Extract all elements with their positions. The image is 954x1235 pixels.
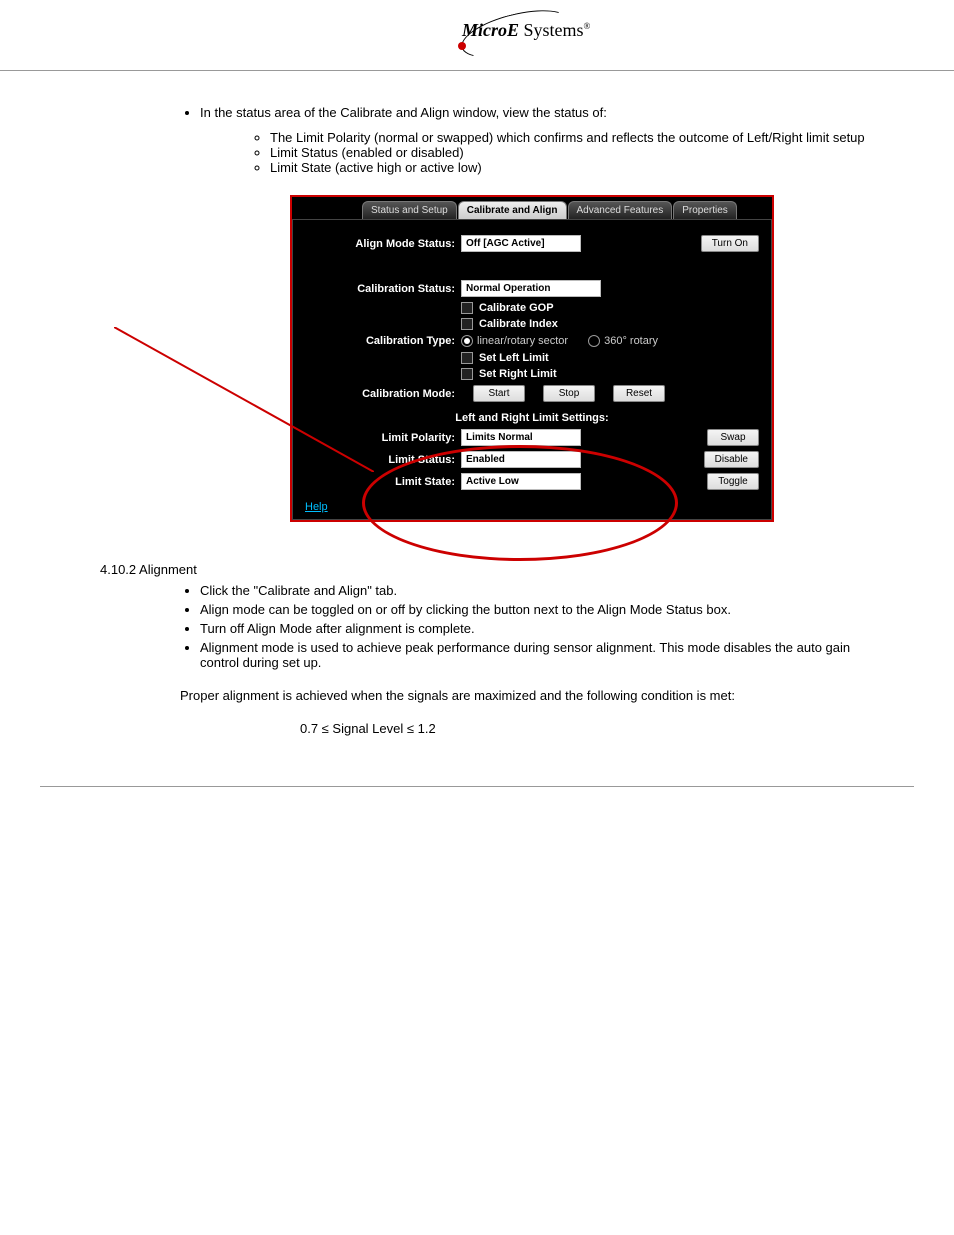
bottom-bullet-1: Align mode can be toggled on or off by c… xyxy=(200,602,874,617)
swap-button[interactable]: Swap xyxy=(707,429,759,446)
doc-bottom-section: 4.10.2 Alignment Click the "Calibrate an… xyxy=(0,542,954,766)
bottom-bullet-0: Click the "Calibrate and Align" tab. xyxy=(200,583,874,598)
calibrate-align-panel: Status and Setup Calibrate and Align Adv… xyxy=(290,195,774,522)
limit-status-label: Limit Status: xyxy=(305,454,461,466)
bottom-bullet-3: Alignment mode is used to achieve peak p… xyxy=(200,640,874,670)
stop-button[interactable]: Stop xyxy=(543,385,595,402)
help-link[interactable]: Help xyxy=(305,501,328,513)
sub-1: Limit Status (enabled or disabled) xyxy=(270,145,874,160)
calibrate-index-checkbox[interactable] xyxy=(461,318,473,330)
limit-status-value: Enabled xyxy=(461,451,581,468)
set-left-limit-checkbox[interactable] xyxy=(461,352,473,364)
limit-state-value: Active Low xyxy=(461,473,581,490)
calibration-status-value: Normal Operation xyxy=(461,280,601,297)
page-header: MicroE Systems® xyxy=(0,0,954,71)
calibrate-gop-checkbox[interactable] xyxy=(461,302,473,314)
radio-rotary-label: 360° rotary xyxy=(604,335,658,347)
limit-polarity-value: Limits Normal xyxy=(461,429,581,446)
tab-properties[interactable]: Properties xyxy=(673,201,737,219)
tab-advanced-features[interactable]: Advanced Features xyxy=(568,201,673,219)
lr-settings-title: Left and Right Limit Settings: xyxy=(305,412,759,424)
set-left-limit-label: Set Left Limit xyxy=(479,352,549,364)
align-mode-status-value: Off [AGC Active] xyxy=(461,235,581,252)
tab-calibrate-align[interactable]: Calibrate and Align xyxy=(458,201,567,219)
top-bullet: In the status area of the Calibrate and … xyxy=(200,105,874,120)
calibration-type-label: Calibration Type: xyxy=(305,335,461,347)
tab-row: Status and Setup Calibrate and Align Adv… xyxy=(292,197,772,219)
calibrate-index-label: Calibrate Index xyxy=(479,318,558,330)
bottom-text-2: 0.7 ≤ Signal Level ≤ 1.2 xyxy=(300,721,874,736)
calibration-mode-label: Calibration Mode: xyxy=(305,388,461,400)
section-heading: 4.10.2 Alignment xyxy=(100,562,874,577)
reset-button[interactable]: Reset xyxy=(613,385,665,402)
limit-state-label: Limit State: xyxy=(305,476,461,488)
radio-linear-label: linear/rotary sector xyxy=(477,335,568,347)
radio-linear-rotary-sector[interactable] xyxy=(461,335,473,347)
logo: MicroE Systems® xyxy=(462,20,590,41)
calibration-status-label: Calibration Status: xyxy=(305,283,461,295)
turn-on-button[interactable]: Turn On xyxy=(701,235,759,252)
bottom-text-1: Proper alignment is achieved when the si… xyxy=(180,688,874,703)
footer-divider xyxy=(40,786,914,787)
set-right-limit-checkbox[interactable] xyxy=(461,368,473,380)
calibrate-gop-label: Calibrate GOP xyxy=(479,302,554,314)
sub-2: Limit State (active high or active low) xyxy=(270,160,874,175)
bottom-bullet-2: Turn off Align Mode after alignment is c… xyxy=(200,621,874,636)
limit-polarity-label: Limit Polarity: xyxy=(305,432,461,444)
doc-top-section: In the status area of the Calibrate and … xyxy=(0,71,954,175)
start-button[interactable]: Start xyxy=(473,385,525,402)
sub-0: The Limit Polarity (normal or swapped) w… xyxy=(270,130,874,145)
tab-status-setup[interactable]: Status and Setup xyxy=(362,201,457,219)
toggle-button[interactable]: Toggle xyxy=(707,473,759,490)
align-mode-label: Align Mode Status: xyxy=(305,238,461,250)
disable-button[interactable]: Disable xyxy=(704,451,759,468)
set-right-limit-label: Set Right Limit xyxy=(479,368,557,380)
radio-360-rotary[interactable] xyxy=(588,335,600,347)
